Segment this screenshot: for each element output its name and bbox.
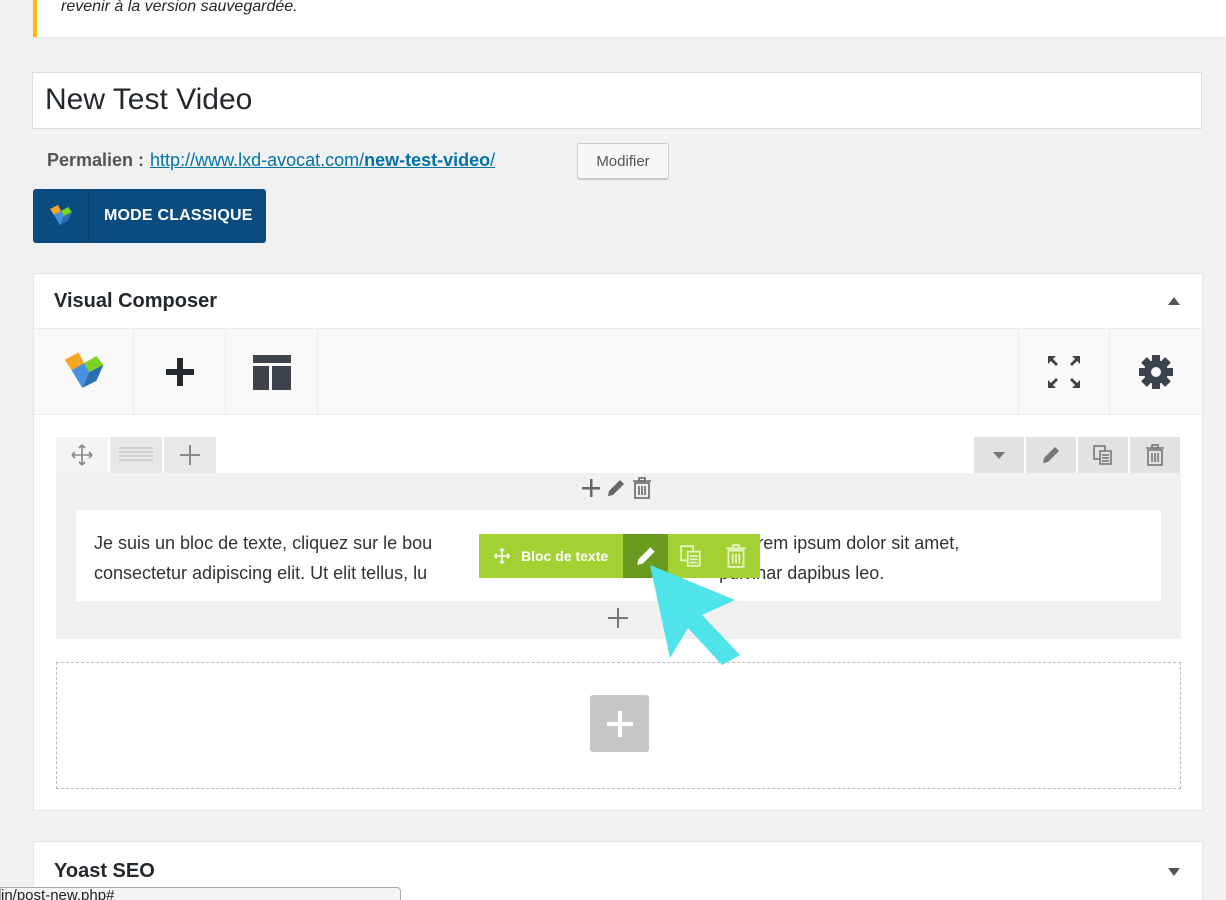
vc-panel-title: Visual Composer — [54, 289, 218, 312]
permalink-label: Permalien : — [47, 150, 145, 170]
modify-permalink-button[interactable]: Modifier — [577, 143, 669, 179]
column-add-element-icon[interactable] — [608, 603, 628, 635]
expand-arrow-icon[interactable] — [1168, 868, 1180, 876]
classic-mode-button[interactable]: MODE CLASSIQUE — [33, 189, 266, 243]
permalink-link[interactable]: http://www.lxd-avocat.com/new-test-video… — [150, 150, 495, 171]
row-clone-icon[interactable] — [1078, 437, 1128, 473]
vc-toolbar — [34, 329, 1202, 415]
text-line-2-left: consectetur adipiscing elit. Ut elit tel… — [94, 563, 428, 583]
text-line-1-left: Je suis un bloc de texte, cliquez sur le… — [94, 533, 433, 553]
templates-icon[interactable] — [226, 329, 318, 415]
status-url: in/post-new.php# — [1, 887, 115, 900]
notice-text: revenir à la version sauvegardée. — [61, 0, 298, 15]
column-edit-pencil-icon[interactable] — [605, 477, 627, 499]
row-layout-icon[interactable] — [110, 437, 162, 473]
permalink-row: Permalien : http://www.lxd-avocat.com/ne… — [47, 150, 495, 171]
vc-panel-header[interactable]: Visual Composer — [34, 274, 1202, 329]
move-icon — [493, 547, 511, 565]
add-row-button[interactable] — [590, 695, 649, 752]
row-toggle-icon[interactable] — [974, 437, 1024, 473]
classic-mode-label: MODE CLASSIQUE — [104, 207, 253, 224]
column-add-icon[interactable] — [581, 478, 601, 498]
settings-gear-icon[interactable] — [1110, 329, 1202, 415]
notice-banner: revenir à la version sauvegardée. — [33, 0, 1226, 37]
vc-logo-icon — [33, 189, 89, 243]
row-delete-trash-icon[interactable] — [1130, 437, 1180, 473]
yoast-panel-title: Yoast SEO — [54, 860, 155, 882]
vc-logo-icon[interactable] — [34, 329, 134, 415]
vc-canvas: Je suis un bloc de texte, cliquez sur le… — [34, 415, 1202, 810]
post-title-input[interactable]: New Test Video — [32, 72, 1202, 129]
permalink-trailing: / — [490, 150, 496, 170]
row-edit-pencil-icon[interactable] — [1026, 437, 1076, 473]
add-element-icon[interactable] — [134, 329, 226, 415]
column-delete-trash-icon[interactable] — [631, 477, 653, 499]
permalink-base: http://www.lxd-avocat.com/ — [150, 150, 365, 170]
browser-status-bar: in/post-new.php# — [0, 887, 401, 900]
element-label: Bloc de texte — [521, 548, 609, 564]
permalink-slug: new-test-video — [364, 150, 491, 170]
row-controls-left — [56, 437, 218, 473]
row-add-column-icon[interactable] — [164, 437, 216, 473]
add-row-area[interactable] — [56, 662, 1181, 789]
element-move-handle[interactable]: Bloc de texte — [479, 547, 623, 565]
row-controls-right — [972, 437, 1180, 473]
column-controls — [581, 477, 653, 499]
cursor-arrow-icon — [650, 565, 740, 665]
collapse-arrow-icon[interactable] — [1168, 297, 1180, 305]
row-move-icon[interactable] — [56, 437, 108, 473]
fullscreen-icon[interactable] — [1018, 329, 1110, 415]
